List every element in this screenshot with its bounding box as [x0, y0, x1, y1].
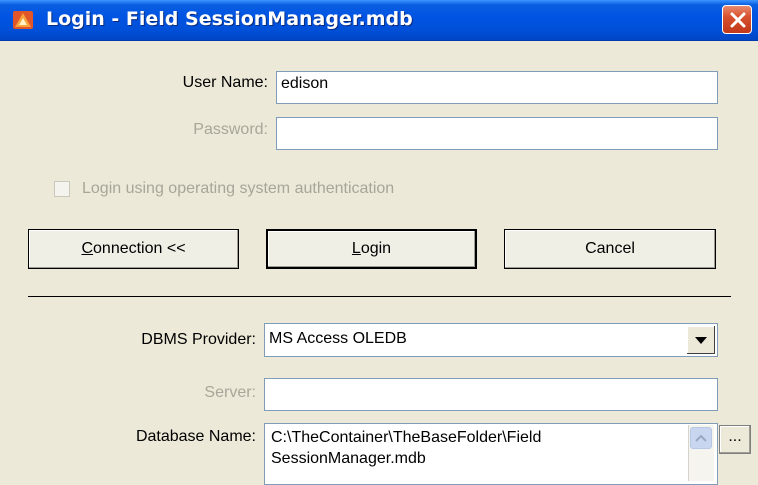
close-button[interactable]: [722, 5, 752, 34]
dbms-provider-value: MS Access OLEDB: [269, 330, 407, 347]
server-field[interactable]: [264, 378, 718, 411]
chevron-down-icon: [695, 337, 707, 344]
user-name-field[interactable]: edison: [276, 71, 718, 104]
close-icon: [730, 12, 746, 28]
login-dialog: Login - Field SessionManager.mdb User Na…: [0, 0, 758, 485]
app-icon: [12, 9, 34, 31]
database-name-label: Database Name:: [135, 428, 256, 445]
server-label: Server:: [204, 384, 256, 401]
connection-mnemonic: C: [81, 240, 94, 257]
dbms-provider-select[interactable]: MS Access OLEDB: [264, 323, 718, 357]
login-label: ogin: [360, 240, 392, 257]
user-name-value: edison: [281, 75, 329, 92]
scroll-up-button[interactable]: [690, 427, 712, 449]
database-scrollbar[interactable]: [688, 425, 714, 481]
cancel-button[interactable]: Cancel: [504, 229, 716, 269]
login-mnemonic: L: [351, 240, 361, 257]
os-auth-label: Login using operating system authenticat…: [82, 180, 395, 197]
user-name-label: User Name:: [182, 74, 268, 91]
login-button[interactable]: Login: [266, 229, 477, 269]
cancel-label: Cancel: [585, 240, 635, 257]
title-bar[interactable]: Login - Field SessionManager.mdb: [0, 0, 758, 41]
browse-button[interactable]: ...: [719, 425, 751, 454]
password-label: Password:: [193, 121, 268, 138]
dbms-provider-label: DBMS Provider:: [141, 331, 256, 348]
database-path-line-1: C:\TheContainer\TheBaseFolder\Field: [271, 429, 542, 446]
connection-button[interactable]: Connection <<: [28, 229, 239, 269]
database-name-field[interactable]: C:\TheContainer\TheBaseFolder\Field Sess…: [264, 423, 718, 485]
connection-label: onnection <<: [93, 240, 186, 257]
password-field[interactable]: [276, 117, 718, 150]
database-path-line-2: SessionManager.mdb: [271, 450, 426, 467]
chevron-up-icon: [695, 434, 707, 442]
window-title: Login - Field SessionManager.mdb: [46, 8, 413, 30]
dbms-dropdown-button[interactable]: [686, 325, 716, 355]
os-auth-checkbox[interactable]: [54, 181, 70, 197]
separator: [28, 296, 731, 297]
